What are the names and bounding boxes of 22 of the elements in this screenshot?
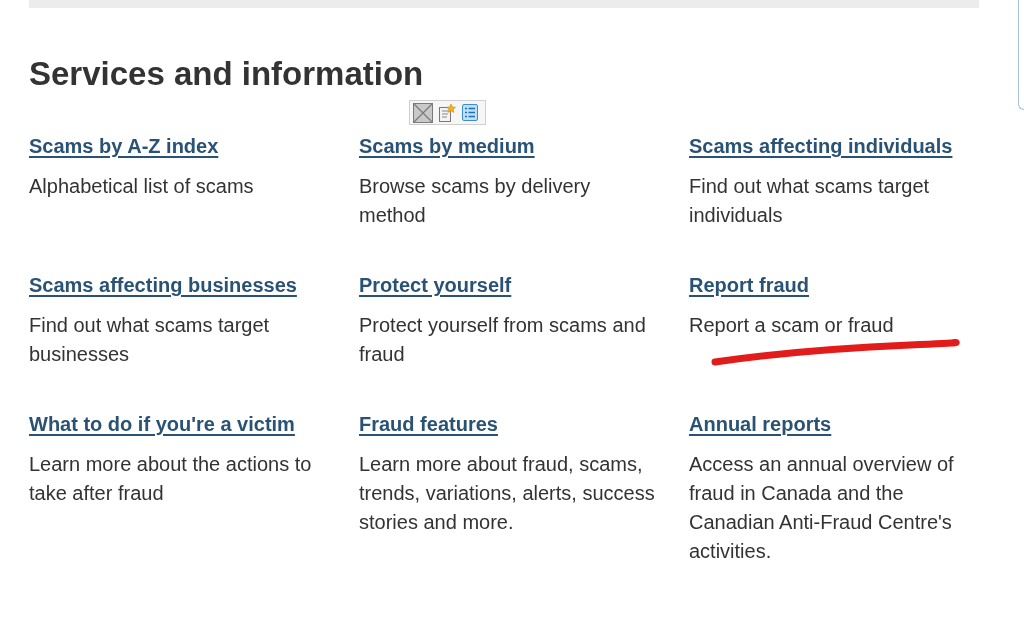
- service-description: Learn more about fraud, scams, trends, variations, alerts, success stories and more.: [359, 452, 656, 535]
- document-star-icon[interactable]: [439, 103, 456, 122]
- service-link[interactable]: Scams affecting individuals: [689, 135, 953, 158]
- crossed-box-icon[interactable]: [413, 102, 433, 123]
- service-description: Alphabetical list of scams: [29, 174, 254, 199]
- service-description: Report a scam or fraud: [689, 313, 894, 338]
- service-description: Browse scams by delivery method: [359, 174, 592, 228]
- service-description: Find out what scams target businesses: [29, 313, 271, 367]
- service-link[interactable]: Annual reports: [689, 413, 832, 436]
- service-description: Access an annual overview of fraud in Canada and the Canadian Anti-Fraud Centre's activities.: [689, 452, 955, 564]
- service-link[interactable]: Scams affecting businesses: [29, 274, 297, 297]
- service-description: Learn more about the actions to take after fraud: [29, 452, 313, 506]
- service-description: Find out what scams target individuals: [689, 174, 931, 228]
- service-link[interactable]: Protect yourself: [359, 274, 512, 297]
- service-link[interactable]: What to do if you're a victim: [29, 413, 295, 436]
- service-link[interactable]: Scams by A-Z index: [29, 135, 219, 158]
- list-icon[interactable]: [462, 104, 478, 121]
- section-heading: Services and information: [29, 56, 424, 91]
- service-link[interactable]: Fraud features: [359, 413, 498, 436]
- service-link[interactable]: Scams by medium: [359, 135, 535, 158]
- service-link[interactable]: Report fraud: [689, 274, 809, 297]
- service-description: Protect yourself from scams and fraud: [359, 313, 647, 367]
